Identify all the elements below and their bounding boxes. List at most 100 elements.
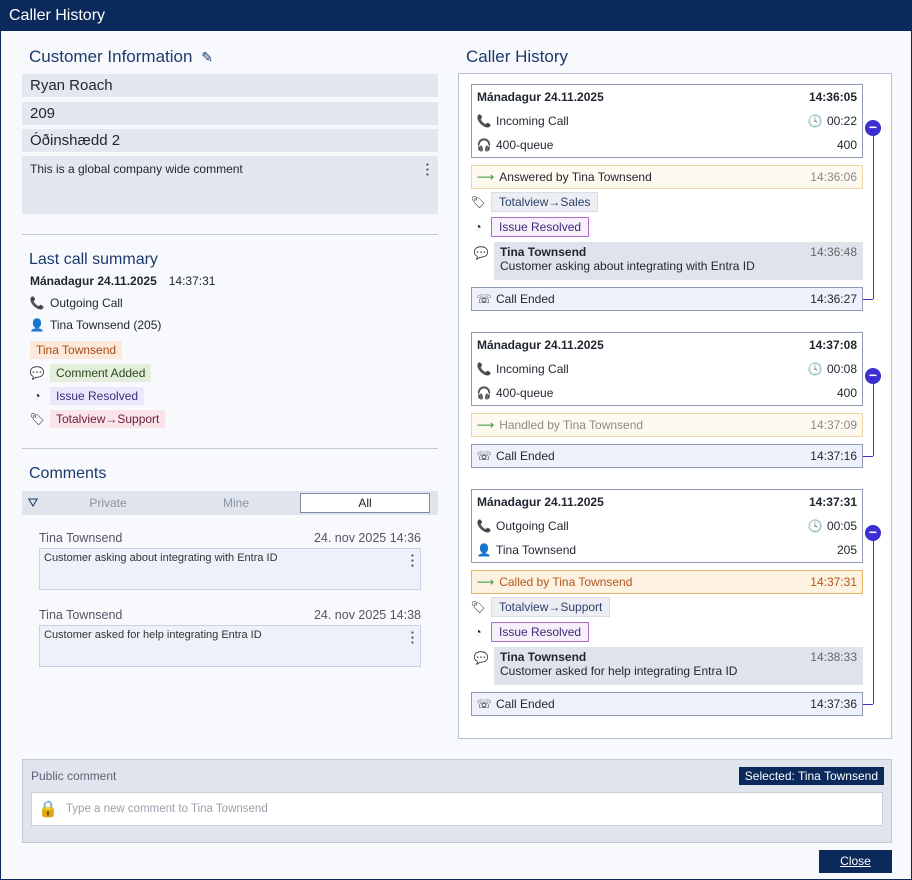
kebab-menu-icon[interactable]: · · · <box>411 549 415 572</box>
comment-chip-row: 💬 Comment Added <box>29 364 152 382</box>
window-title: Caller History <box>0 0 912 31</box>
call-agent: Tina Townsend <box>496 543 577 557</box>
timeline-line <box>863 299 873 300</box>
call-time: 14:36:05 <box>808 90 857 104</box>
comment-text: Customer asked for help integrating Entr… <box>500 664 738 678</box>
comment-author: Tina Townsend <box>500 245 587 259</box>
customer-number-field[interactable]: 209 <box>22 102 438 125</box>
event-time: 14:36:27 <box>810 292 857 306</box>
call-event-answered: ⟶ Answered by Tina Townsend 14:36:06 <box>471 165 863 189</box>
customer-address-field[interactable]: Óðinshædd 2 <box>22 129 438 152</box>
agent-chip-row: Tina Townsend <box>30 341 123 359</box>
call-event-handled: ⟶ Handled by Tina Townsend 14:37:09 <box>471 413 863 437</box>
last-call-agent-row: 👤 Tina Townsend (205) <box>29 318 162 332</box>
incoming-call-icon: 📞 <box>476 114 492 128</box>
arrow-right-icon: ⟶ <box>477 170 495 184</box>
customer-info-heading: Customer Information ✎ <box>29 47 213 67</box>
call-duration: 00:05 <box>826 519 857 533</box>
person-icon: 👤 <box>29 318 45 332</box>
tab-mine[interactable]: Mine <box>172 496 300 510</box>
call-agent-number: 205 <box>836 543 857 557</box>
last-call-date: Mánadagur 24.11.2025 <box>30 274 157 288</box>
comment-item: Tina Townsend 24. nov 2025 14:38 Custome… <box>39 608 421 667</box>
filter-icon[interactable]: ⛛ <box>22 495 44 511</box>
call-duration: 00:08 <box>826 362 857 376</box>
public-comment-label: Public comment <box>31 769 117 783</box>
customer-name-field[interactable]: Ryan Roach <box>22 74 438 97</box>
status-pie-icon: ◔ <box>33 389 41 403</box>
call-event-called: ⟶ Called by Tina Townsend 14:37:31 <box>471 570 863 594</box>
call-card[interactable]: Mánadagur 24.11.2025 14:37:08 📞 Incoming … <box>471 332 863 406</box>
tab-all[interactable]: All <box>300 493 430 513</box>
tag-plus-icon: 🏷 <box>29 412 45 426</box>
comment-bubble-icon: 💬 <box>29 366 45 380</box>
comment-date: 24. nov 2025 14:38 <box>313 608 421 622</box>
collapse-call-icon[interactable]: − <box>865 120 881 136</box>
event-label: Called by Tina Townsend <box>499 575 633 589</box>
edit-pencil-icon[interactable]: ✎ <box>201 49 213 65</box>
kebab-menu-icon[interactable]: · · · <box>426 158 430 181</box>
timeline-line <box>863 704 873 705</box>
hangup-icon: ☏ <box>476 292 492 306</box>
last-call-direction-row: 📞 Outgoing Call <box>30 296 123 310</box>
status-chip-row: ◔ Issue Resolved <box>30 387 145 405</box>
comment-author: Tina Townsend <box>39 608 123 622</box>
incoming-call-icon: 📞 <box>476 362 492 376</box>
call-queue-number: 400 <box>836 386 857 400</box>
call-event-ended: ☏ Call Ended 14:37:16 <box>471 444 863 468</box>
collapse-call-icon[interactable]: − <box>865 525 881 541</box>
last-call-heading: Last call summary <box>29 251 158 268</box>
caller-history-panel: Mánadagur 24.11.2025 14:36:05 📞 Incoming … <box>458 73 892 739</box>
issue-resolved-chip: Issue Resolved <box>50 387 145 405</box>
global-comment-text: This is a global company wide comment <box>30 162 243 176</box>
tab-private[interactable]: Private <box>44 496 172 510</box>
event-label: Call Ended <box>496 449 555 463</box>
call-direction: Incoming Call <box>496 114 569 128</box>
event-label: Call Ended <box>496 697 555 711</box>
comment-time: 14:38:33 <box>810 650 857 664</box>
comment-author: Tina Townsend <box>500 650 587 664</box>
comment-body[interactable]: Customer asked for help integrating Entr… <box>39 625 421 667</box>
customer-info-title: Customer Information <box>29 47 193 66</box>
tag-plus-icon: 🏷 <box>470 600 486 614</box>
call-card[interactable]: Mánadagur 24.11.2025 14:37:31 📞 Outgoing … <box>471 489 863 563</box>
call-card[interactable]: Mánadagur 24.11.2025 14:36:05 📞 Incoming … <box>471 84 863 158</box>
arrow-right-icon: ⟶ <box>477 575 495 589</box>
status-tag-row: ◔ Issue Resolved <box>471 216 590 238</box>
headset-icon: 🎧 <box>476 386 492 400</box>
call-comment[interactable]: Tina Townsend 14:36:48 Customer asking ab… <box>494 242 863 280</box>
comment-filter-tabs: ⛛ Private Mine All <box>22 491 438 515</box>
event-label: Answered by Tina Townsend <box>499 170 652 184</box>
last-call-direction: Outgoing Call <box>50 296 123 310</box>
collapse-call-icon[interactable]: − <box>865 368 881 384</box>
call-date: Mánadagur 24.11.2025 <box>477 495 604 509</box>
comment-bubble-icon: 💬 <box>473 651 489 665</box>
public-comment-input[interactable]: 🔒 Type a new comment to Tina Townsend <box>31 792 883 826</box>
comment-body[interactable]: Customer asking about integrating with E… <box>39 548 421 590</box>
event-time: 14:37:16 <box>810 449 857 463</box>
selected-agent-badge: Selected: Tina Townsend <box>738 767 884 785</box>
public-comment-placeholder: Type a new comment to Tina Townsend <box>65 803 268 815</box>
arrow-right-icon: ⟶ <box>477 418 495 432</box>
global-comment-box[interactable]: This is a global company wide comment · ·… <box>22 156 438 214</box>
call-comment[interactable]: Tina Townsend 14:38:33 Customer asked for… <box>494 647 863 685</box>
close-button[interactable]: Close <box>819 850 892 873</box>
kebab-menu-icon[interactable]: · · · <box>411 626 415 649</box>
call-event-ended: ☏ Call Ended 14:36:27 <box>471 287 863 311</box>
transfer-chip-row: 🏷 Totalview→Support <box>29 410 166 428</box>
hangup-icon: ☏ <box>476 697 492 711</box>
comment-author: Tina Townsend <box>39 531 123 545</box>
transfer-tag-row: 🏷 Totalview→Support <box>470 596 611 618</box>
event-time: 14:37:31 <box>810 575 857 589</box>
last-call-time: 14:37:31 <box>168 274 216 288</box>
comment-date: 24. nov 2025 14:36 <box>313 531 421 545</box>
status-tag: Issue Resolved <box>491 217 590 237</box>
dialog-body: Customer Information ✎ Ryan Roach 209 Óð… <box>0 31 912 880</box>
divider <box>22 448 438 449</box>
headset-icon: 🎧 <box>476 138 492 152</box>
call-queue: 400-queue <box>496 138 554 152</box>
call-time: 14:37:08 <box>808 338 857 352</box>
comment-text: Customer asked for help integrating Entr… <box>44 629 262 641</box>
call-direction: Outgoing Call <box>496 519 569 533</box>
last-call-agent: Tina Townsend (205) <box>50 318 162 332</box>
